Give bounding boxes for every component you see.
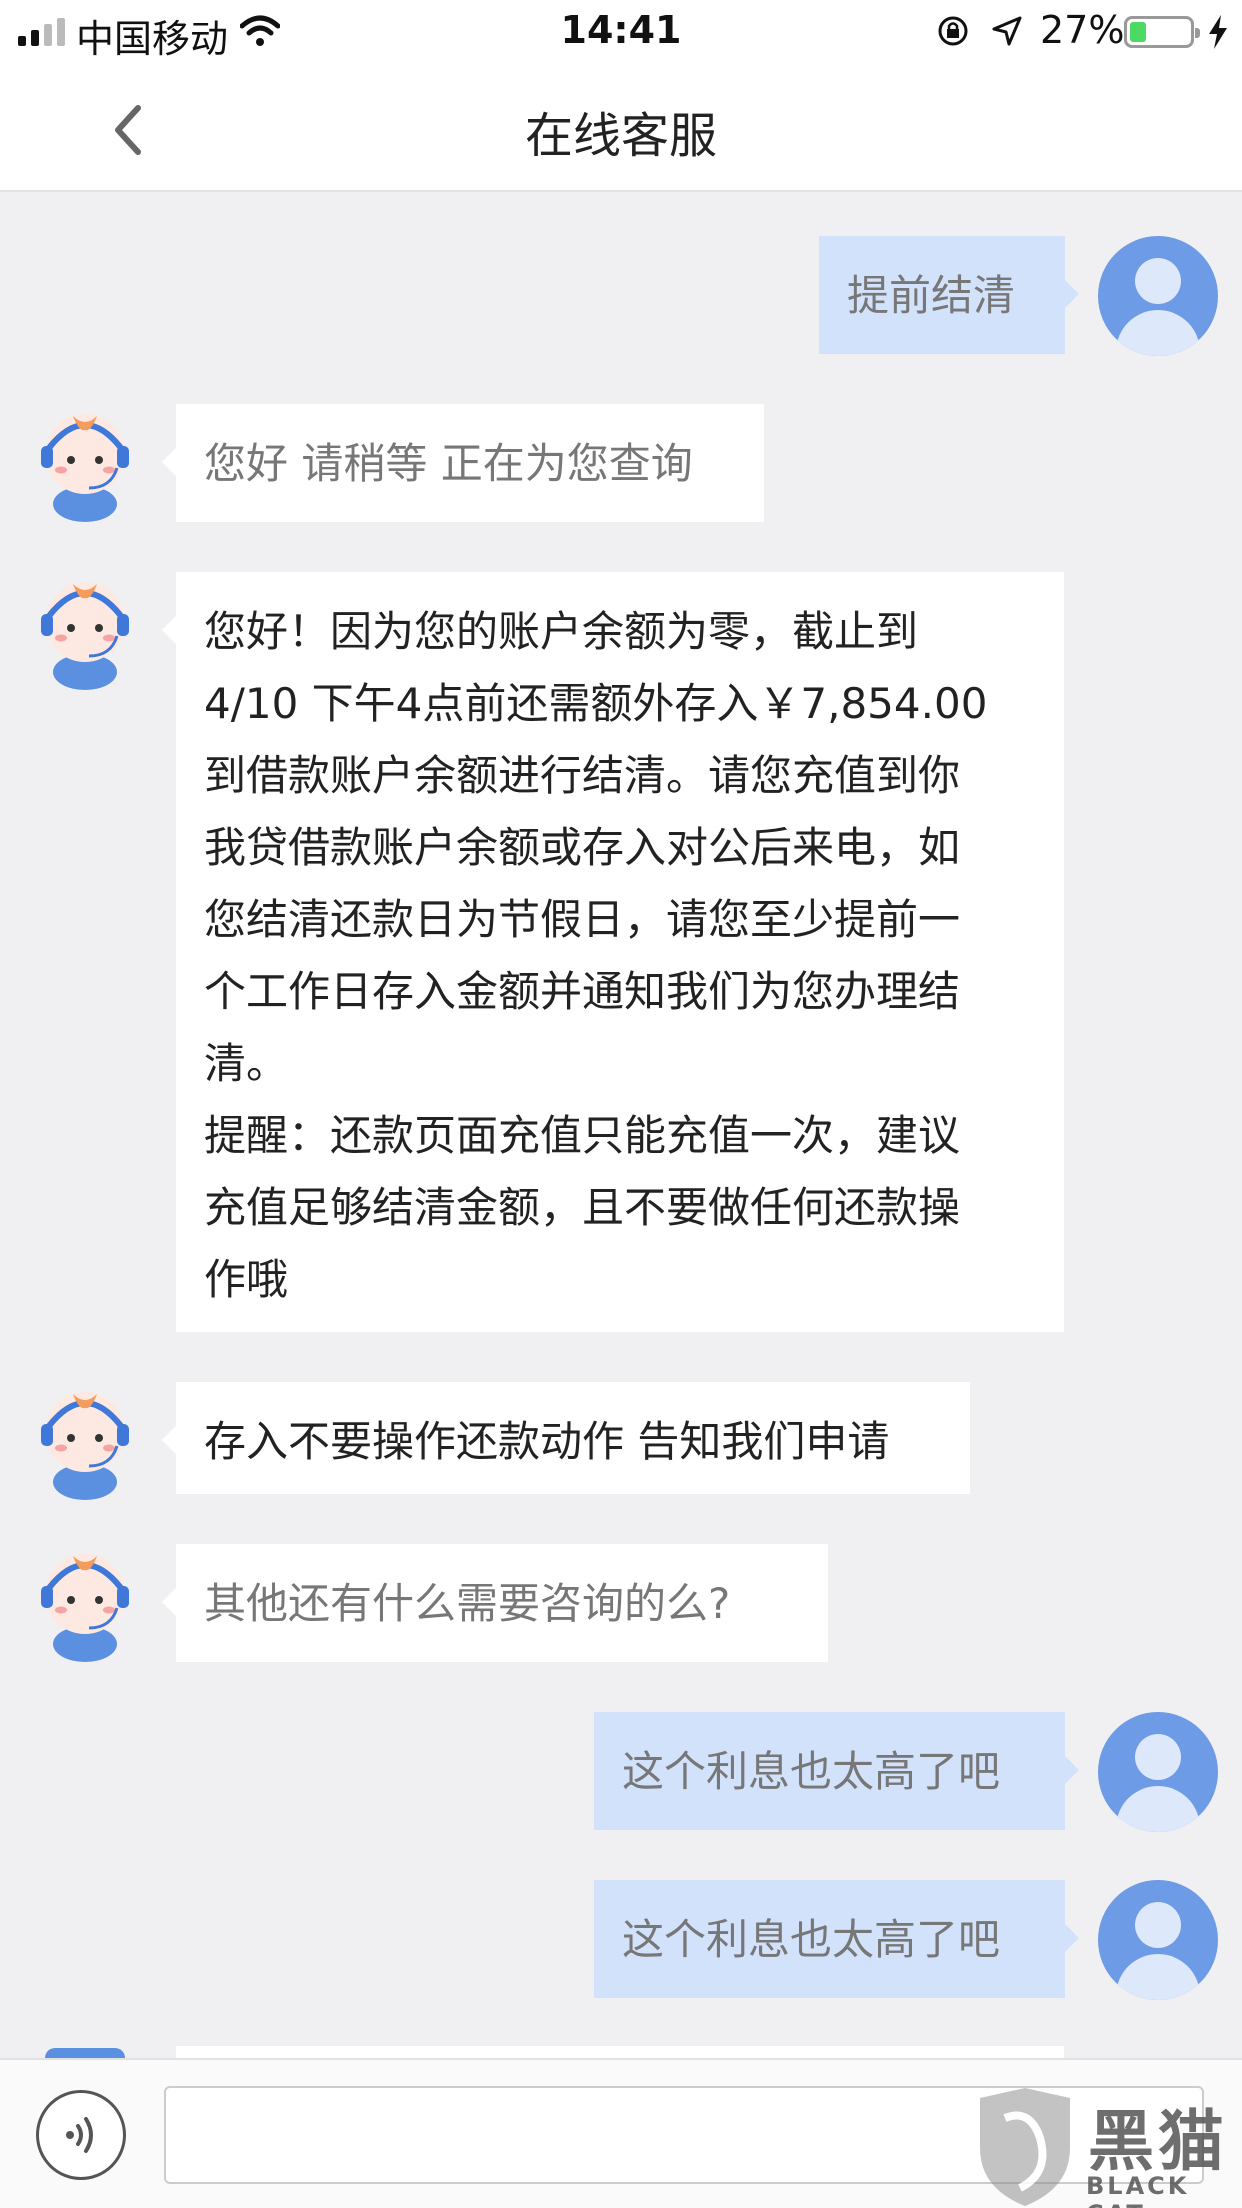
watermark-cn: 黑猫 bbox=[1088, 2103, 1228, 2180]
message-line: 您好！因为您的账户余额为零，截止到 bbox=[204, 607, 919, 656]
message-line: 充值足够结清金额，且不要做任何还款操 bbox=[204, 1183, 961, 1232]
user-avatar bbox=[1098, 1712, 1218, 1832]
message-text: 存入不要操作还款动作 告知我们申请 bbox=[204, 1417, 890, 1466]
chat-bubble-agent: 其他还有什么需要咨询的么? bbox=[162, 1544, 828, 1662]
chat-bubble-agent-partial bbox=[176, 2046, 1064, 2058]
voice-icon bbox=[66, 2117, 93, 2153]
chat-bubble-user: 这个利息也太高了吧 bbox=[594, 1712, 1079, 1830]
page-title: 在线客服 bbox=[524, 108, 717, 164]
user-avatar bbox=[1098, 236, 1218, 356]
message-text: 您好 请稍等 正在为您查询 bbox=[204, 439, 693, 488]
battery-icon bbox=[1124, 16, 1200, 48]
message-line: 您结清还款日为节假日，请您至少提前一 bbox=[204, 895, 961, 944]
message-text: 其他还有什么需要咨询的么? bbox=[204, 1579, 731, 1628]
chat-bubble-agent: 您好 请稍等 正在为您查询 bbox=[162, 404, 764, 522]
message-line: 个工作日存入金额并通知我们为您办理结 bbox=[204, 967, 961, 1016]
status-bar: 中国移动 14:41 27% bbox=[0, 0, 1242, 66]
message-text: 这个利息也太高了吧 bbox=[622, 1915, 1001, 1964]
voice-button[interactable] bbox=[36, 2090, 126, 2180]
orientation-lock-icon bbox=[938, 16, 968, 46]
message-text: 提前结清 bbox=[847, 271, 1016, 320]
cat-logo-icon bbox=[980, 2088, 1070, 2206]
agent-avatar bbox=[41, 1554, 129, 1662]
message-line: 4/10 下午4点前还需额外存入￥7,854.00 bbox=[204, 679, 988, 728]
chat-bubble-agent: 存入不要操作还款动作 告知我们申请 bbox=[162, 1382, 970, 1494]
message-text: 这个利息也太高了吧 bbox=[622, 1747, 1001, 1796]
watermark-en: BLACK CAT bbox=[1086, 2172, 1190, 2208]
black-cat-watermark: 黑猫 BLACK CAT bbox=[970, 2088, 1242, 2208]
chat-bubble-user: 提前结清 bbox=[819, 236, 1079, 354]
message-line: 我贷借款账户余额或存入对公后来电，如 bbox=[204, 823, 961, 872]
chat-bubble-agent: 您好！因为您的账户余额为零，截止到 4/10 下午4点前还需额外存入￥7,854… bbox=[162, 572, 1064, 1332]
message-line: 作哦 bbox=[204, 1255, 289, 1304]
chat-bubble-user: 这个利息也太高了吧 bbox=[594, 1880, 1079, 1998]
location-icon bbox=[992, 16, 1022, 46]
user-avatar bbox=[1098, 1880, 1218, 2000]
agent-avatar bbox=[41, 1392, 129, 1500]
agent-avatar-partial bbox=[45, 2048, 125, 2058]
agent-avatar bbox=[41, 414, 129, 522]
message-line: 到借款账户余额进行结清。请您充值到你 bbox=[204, 751, 961, 800]
agent-avatar bbox=[41, 582, 129, 690]
charging-icon bbox=[1209, 15, 1227, 49]
battery-percent: 27% bbox=[1040, 8, 1125, 52]
message-line: 清。 bbox=[204, 1039, 289, 1088]
nav-bar: 在线客服 bbox=[0, 66, 1242, 192]
message-line: 提醒：还款页面充值只能充值一次，建议 bbox=[204, 1111, 961, 1160]
